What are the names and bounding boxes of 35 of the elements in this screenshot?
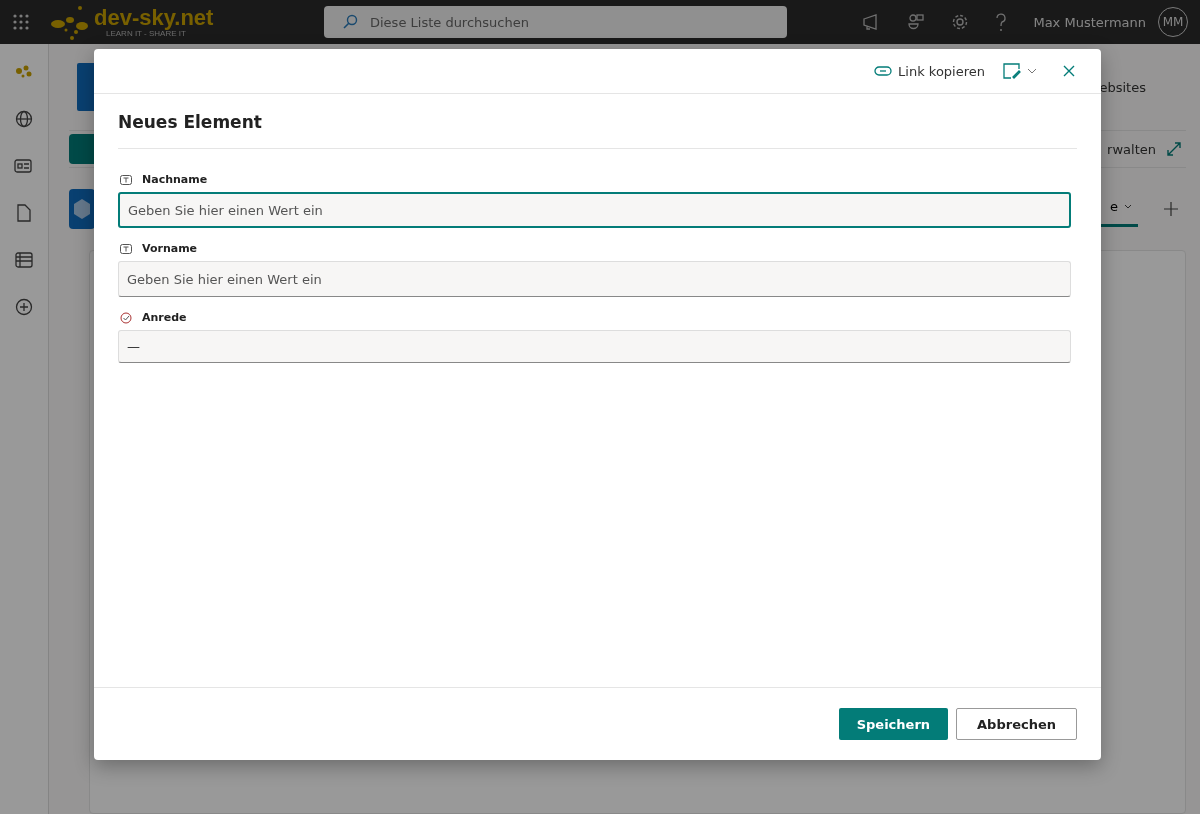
logo-name[interactable]: dev-sky.net xyxy=(94,6,214,29)
link-icon xyxy=(874,66,893,76)
settings-icon[interactable] xyxy=(951,13,970,31)
chevron-icon xyxy=(1124,204,1132,209)
command-label[interactable]: rwalten xyxy=(1107,141,1156,157)
chevron-icon xyxy=(1027,68,1037,74)
field-label: Anrede xyxy=(142,311,187,324)
globe-icon[interactable] xyxy=(15,110,33,128)
help-icon[interactable] xyxy=(995,12,1008,32)
dialog-title: Neues Element xyxy=(118,94,1077,149)
add-icon[interactable] xyxy=(15,298,33,316)
close-icon xyxy=(1063,65,1075,77)
text-field-icon xyxy=(120,174,132,185)
expand-icon[interactable] xyxy=(1166,141,1182,157)
header-link[interactable]: ebsites xyxy=(1099,79,1146,95)
copy-link-button[interactable]: Link kopieren xyxy=(870,59,989,83)
choice-dropdown[interactable]: — xyxy=(118,330,1071,363)
app-launcher-icon[interactable] xyxy=(12,13,30,31)
form-pencil-icon xyxy=(1003,63,1021,79)
document-icon[interactable] xyxy=(16,204,32,222)
field-label: Nachname xyxy=(142,173,208,186)
field-label: Vorname xyxy=(142,242,198,255)
news-icon[interactable] xyxy=(14,158,34,174)
add-view-icon[interactable] xyxy=(1164,202,1178,216)
text-field-icon xyxy=(120,243,132,254)
cube-icon xyxy=(69,189,95,229)
shapes-icon[interactable] xyxy=(907,13,926,31)
save-button[interactable]: Speichern xyxy=(838,708,949,740)
text-input[interactable]: Geben Sie hier einen Wert ein xyxy=(118,192,1071,228)
choice-field-icon xyxy=(120,311,132,324)
cancel-button[interactable]: Abbrechen xyxy=(956,708,1077,740)
list-icon[interactable] xyxy=(15,252,33,268)
search-field[interactable]: Diese Liste durchsuchen xyxy=(324,6,787,38)
user-name[interactable]: Max Mustermann xyxy=(1033,14,1146,30)
search-icon xyxy=(342,14,358,30)
